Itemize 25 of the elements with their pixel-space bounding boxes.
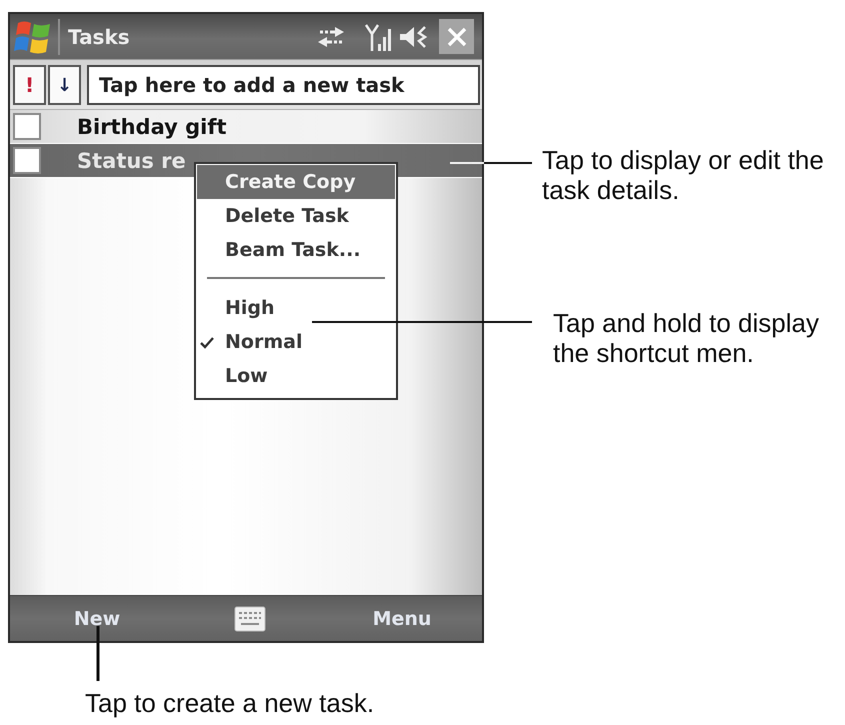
callout-text: Tap to display or edit the task details.: [542, 145, 825, 205]
callout-text: Tap to create a new task.: [85, 688, 376, 718]
task-title: Status re: [77, 148, 186, 172]
task-checkbox[interactable]: [13, 113, 41, 140]
task-title: Birthday gift: [77, 114, 227, 138]
task-row[interactable]: Birthday gift: [10, 110, 482, 144]
window-title: Tasks: [68, 24, 130, 48]
menu-item[interactable]: Delete Task: [197, 199, 395, 233]
new-task-field[interactable]: Tap here to add a new task: [87, 65, 480, 105]
menu-button[interactable]: Menu: [342, 598, 462, 638]
sort-button[interactable]: ↓: [48, 65, 81, 105]
callout-text: Tap and hold to display the shortcut men.: [553, 308, 820, 368]
menu-item[interactable]: Normal: [197, 325, 395, 359]
close-icon: [446, 26, 466, 46]
task-checkbox[interactable]: [13, 147, 41, 174]
menu-item[interactable]: High: [197, 291, 395, 325]
menu-item[interactable]: Create Copy: [197, 165, 395, 199]
menu-item[interactable]: Beam Task...: [197, 233, 395, 267]
priority-button[interactable]: !: [13, 65, 46, 105]
signal-icon[interactable]: [365, 22, 393, 52]
keyboard-icon[interactable]: [234, 606, 266, 632]
check-icon: [200, 337, 214, 349]
leader-line: [96, 626, 100, 681]
new-button[interactable]: New: [37, 598, 157, 638]
menu-item[interactable]: Low: [197, 359, 395, 393]
